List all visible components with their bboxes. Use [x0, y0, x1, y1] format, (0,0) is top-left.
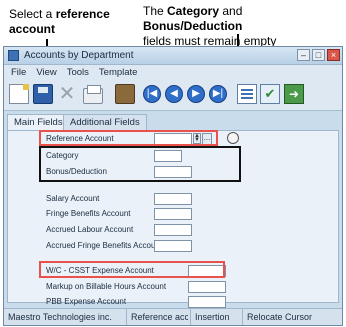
markup-billable-hours-account-label: Markup on Billable Hours Account — [46, 282, 167, 291]
accrued-labour-account-label: Accrued Labour Account — [46, 225, 134, 234]
menu-bar: File View Tools Template — [4, 65, 342, 80]
markup-billable-hours-account-field[interactable] — [188, 281, 226, 293]
menu-view[interactable]: View — [33, 65, 59, 80]
tab-additional-fields[interactable]: Additional Fields — [63, 114, 147, 131]
menu-tools[interactable]: Tools — [64, 65, 92, 80]
annotation-text: The — [143, 4, 168, 18]
annotation-bold-text: Bonus/Deduction — [143, 19, 243, 33]
check-icon[interactable]: ✔ — [260, 84, 280, 104]
last-record-icon[interactable]: ▶| — [209, 85, 227, 103]
new-icon[interactable] — [9, 84, 29, 104]
fringe-benefits-account-field[interactable] — [154, 208, 192, 220]
annotation-text: Select a — [9, 7, 56, 21]
empty-fields-highlight — [39, 146, 241, 182]
status-context: Reference acc... — [126, 309, 188, 325]
title-bar[interactable]: Accounts by Department – □ × — [4, 47, 342, 65]
status-mode: Insertion — [190, 309, 240, 325]
wc-csst-highlight — [39, 261, 225, 278]
fringe-benefits-account-label: Fringe Benefits Account — [46, 209, 131, 218]
status-company: Maestro Technologies inc. — [8, 312, 112, 322]
accounts-by-department-window: Accounts by Department – □ × File View Too… — [3, 46, 343, 326]
salary-account-label: Salary Account — [46, 194, 100, 203]
menu-template[interactable]: Template — [96, 65, 141, 80]
accrued-labour-account-field[interactable] — [154, 224, 192, 236]
next-record-icon[interactable]: ▶ — [187, 85, 205, 103]
previous-record-icon[interactable]: ◀ — [165, 85, 183, 103]
annotation-select-reference: Select a reference account — [9, 7, 129, 37]
annotation-fields-empty: The Category and Bonus/Deduction fields … — [143, 4, 343, 49]
exit-icon[interactable]: ➜ — [284, 84, 304, 104]
close-button[interactable]: × — [327, 49, 340, 61]
app-icon — [8, 50, 19, 61]
delete-icon[interactable]: ✕ — [57, 84, 77, 104]
window-title: Accounts by Department — [24, 50, 134, 61]
salary-account-field[interactable] — [154, 193, 192, 205]
maximize-button[interactable]: □ — [312, 49, 325, 61]
reference-account-highlight — [39, 130, 218, 146]
annotation-text: and — [219, 4, 243, 18]
status-action: Relocate Cursor — [242, 309, 342, 325]
lookup-icon[interactable] — [227, 132, 239, 144]
status-bar: Maestro Technologies inc. Reference acc.… — [4, 308, 342, 325]
menu-file[interactable]: File — [8, 65, 29, 80]
annotation-bold-text: Category — [167, 4, 220, 18]
first-record-icon[interactable]: |◀ — [143, 85, 161, 103]
accrued-fringe-benefits-account-label: Accrued Fringe Benefits Account — [46, 241, 163, 250]
toolbar: ✕ |◀ ◀ ▶ ▶| ✔ ➜ — [4, 80, 342, 111]
folder-icon[interactable] — [115, 84, 135, 104]
accrued-fringe-benefits-account-field[interactable] — [154, 240, 192, 252]
save-icon[interactable] — [33, 84, 53, 104]
pbb-expense-account-label: PBB Expense Account — [46, 297, 127, 306]
minimize-button[interactable]: – — [297, 49, 310, 61]
pbb-expense-account-field[interactable] — [188, 296, 226, 308]
print-icon[interactable] — [83, 85, 103, 104]
main-fields-panel: Reference Account ▲ ▼ ... Category Bonus/… — [7, 130, 339, 308]
document-icon[interactable] — [237, 84, 257, 104]
